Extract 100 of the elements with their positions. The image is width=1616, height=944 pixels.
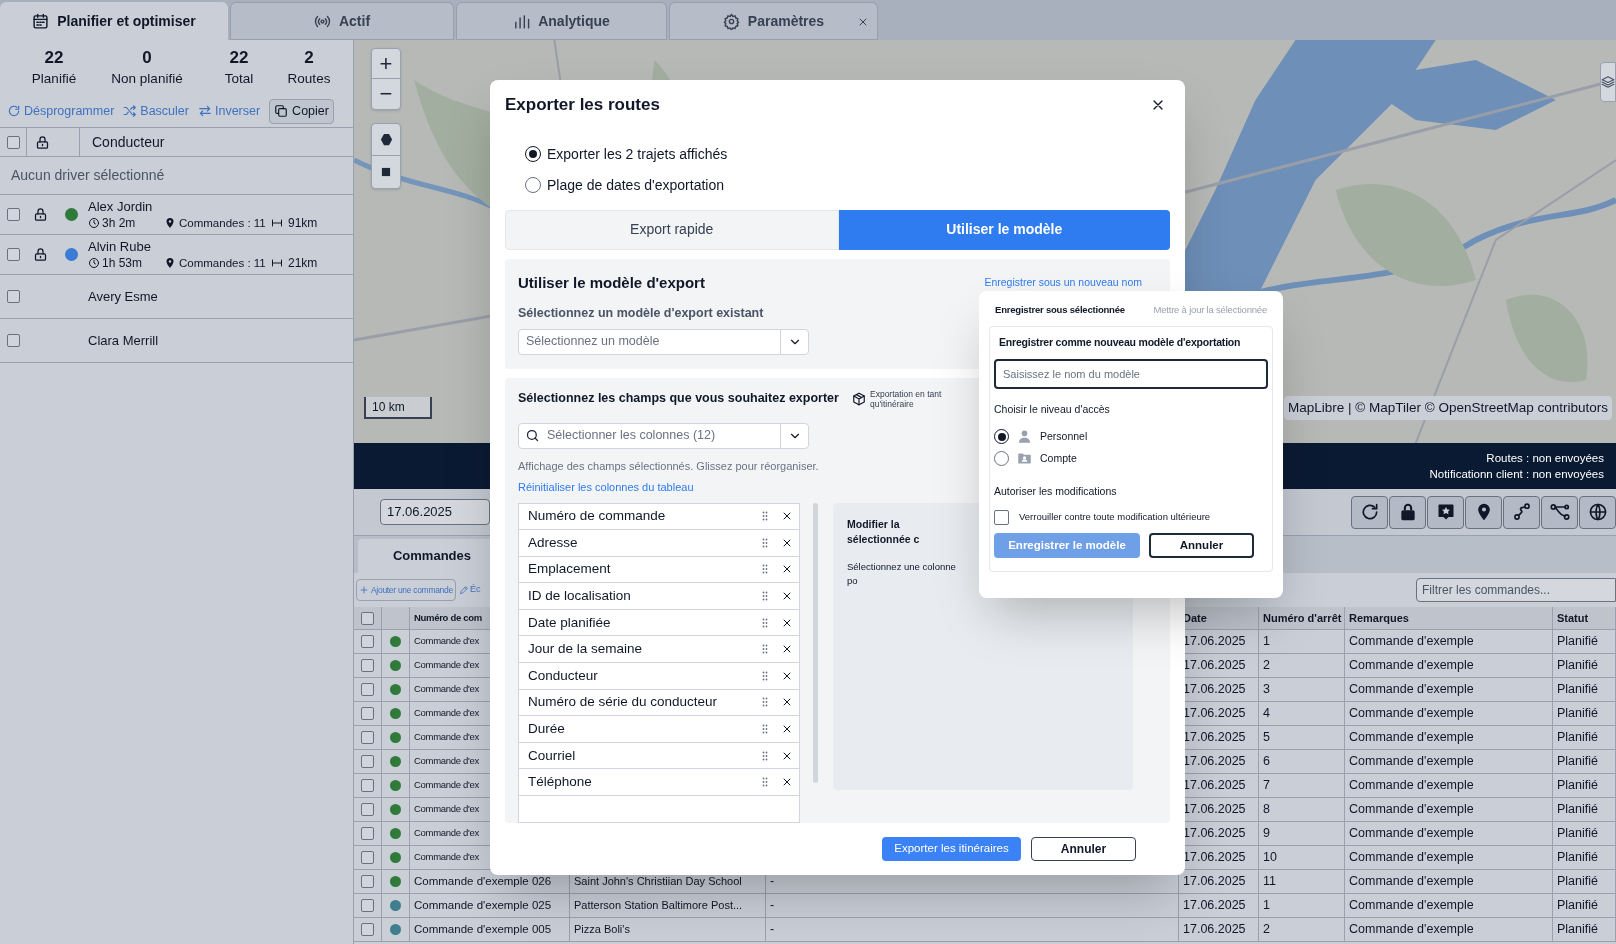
table-cell: Commande d'ex [414,634,479,649]
table-cell-text: Planifié [1557,873,1598,891]
table-cell-text: 10 [1263,849,1277,867]
table-cell-text: Commande d'exemple [1349,633,1474,651]
table-cell-text: Patterson Station Baltimore Post... [574,898,743,914]
table-cell-text: 5 [1263,729,1270,747]
table-cell-text: 17.06.2025 [1183,777,1246,795]
map-scale: 10 km [364,397,432,419]
section-title: Utiliser le modèle d'export [518,272,705,293]
table-cell-text: - [770,921,775,939]
summary-value: 0 [142,47,152,69]
table-cell-text: 7 [1263,777,1270,795]
orders-count: Commandes : 11 [179,216,266,231]
table-cell: Commande d'ex [414,826,479,841]
table-cell-text: Commande d'exemple [1349,825,1474,843]
table-cell-text: 17.06.2025 [1183,657,1246,675]
table-cell-text: Commande d'exemple 025 [414,897,552,913]
summary-label: Routes [287,70,331,88]
table-cell-text: 17.06.2025 [1183,705,1246,723]
table-cell-text: Planifié [1557,801,1598,819]
table-cell-text: 17.06.2025 [1183,681,1246,699]
column-header: Statut [1557,610,1589,626]
column-header: Conducteur [92,132,165,152]
table-cell-text: Commande d'exemple [1349,849,1474,867]
status-text: Routes : non envoyées [1486,451,1604,466]
table-cell: Commande d'ex [414,730,479,745]
table-cell-text: 17.06.2025 [1183,897,1246,915]
table-cell-text: 2 [1263,657,1270,675]
column-header: Remarques [1349,610,1409,626]
option-label: Plage de dates d'exportation [547,175,725,195]
option-label: Compte [1040,450,1077,466]
table-cell-text: Planifié [1557,633,1598,651]
option-label: Personnel [1040,428,1088,444]
table-cell-text: Commande d'exemple [1349,873,1474,891]
table-cell-text: Commande d'exemple [1349,657,1474,675]
driver-name: Clara Merrill [88,332,159,349]
empty-message: Aucun driver sélectionné [11,166,165,185]
summary-value: 2 [304,47,314,69]
table-cell-text: Commande d'exemple [1349,777,1474,795]
driver-name: Avery Esme [88,288,158,305]
table-cell-text: Commande d'exemple 005 [414,921,552,937]
column-header: Numéro d'arrêt [1263,610,1342,626]
table-cell: Commande d'ex [414,778,479,793]
driver-name: Alex Jordin [88,198,154,215]
summary-label: Non planifié [111,70,183,88]
table-cell-text: 17.06.2025 [1183,801,1246,819]
table-cell: Commande d'ex [414,802,479,817]
table-cell-text: - [770,897,775,915]
table-cell-text: 17.06.2025 [1183,873,1246,891]
section-title: Sélectionnez les champs que vous souhaitez exporter [518,389,840,407]
table-cell-text: 17.06.2025 [1183,753,1246,771]
duration-text: 1h 53m [102,255,143,271]
table-cell-text: Planifié [1557,657,1598,675]
table-cell-text: 17.06.2025 [1183,633,1246,651]
status-text: Notificationn client : non envoyées [1429,467,1604,482]
option-label: Exporter les 2 trajets affichés [547,144,728,164]
field-label: Sélectionnez un modèle d'export existant [518,305,764,322]
table-cell-text: 1 [1263,633,1270,651]
distance-text: 91km [288,215,318,231]
summary-label: Total [224,70,254,88]
table-cell-text: Commande d'exemple 026 [414,873,552,889]
table-cell-text: 4 [1263,705,1270,723]
table-cell: Commande d'ex [414,850,479,865]
table-cell-text: Pizza Boli's [574,922,630,938]
table-cell-text: - [770,873,775,891]
table-cell-text: 2 [1263,921,1270,939]
table-cell-text: 6 [1263,753,1270,771]
field-label: Choisir le niveau d'accès [994,402,1110,417]
table-cell-text: 17.06.2025 [1183,921,1246,939]
table-cell-text: Commande d'exemple [1349,897,1474,915]
summary-value: 22 [44,47,64,69]
table-cell-text: Planifié [1557,705,1598,723]
table-cell-text: Planifié [1557,681,1598,699]
dialog-title: Exporter les routes [505,94,660,116]
driver-name: Alvin Rube [88,238,152,255]
table-cell-text: 17.06.2025 [1183,849,1246,867]
table-cell-text: 17.06.2025 [1183,729,1246,747]
field-label: Autoriser les modifications [994,484,1117,500]
distance-text: 21km [288,255,318,271]
table-cell-text: Commande d'exemple [1349,921,1474,939]
map-attribution: MapLibre | © MapTiler © OpenStreetMap contributors [1283,396,1612,420]
hint-text: Affichage des champs sélectionnés. Glissez pour réorganiser. [518,458,819,474]
table-cell-text: Commande d'exemple [1349,801,1474,819]
duration-text: 3h 2m [102,215,136,231]
table-cell-text: Commande d'exemple [1349,729,1474,747]
table-cell-text: 8 [1263,801,1270,819]
orders-count: Commandes : 11 [179,256,266,271]
option-label: Exportation en tant qu'itinéraire [870,388,943,409]
table-cell-text: Commande d'exemple [1349,705,1474,723]
table-cell-text: Planifié [1557,849,1598,867]
column-header: Numéro de com [414,610,482,625]
table-cell-text: Planifié [1557,897,1598,915]
table-cell: Commande d'ex [414,706,479,721]
panel-title: Modifier la sélectionnée c [847,516,921,548]
hint-text: Sélectionnez une colonne po [847,560,957,589]
table-cell-text: Planifié [1557,777,1598,795]
table-cell-text: 17.06.2025 [1183,825,1246,843]
table-cell-text: 9 [1263,825,1270,843]
table-cell-text: Commande d'exemple [1349,681,1474,699]
table-cell: Commande d'ex [414,658,479,673]
